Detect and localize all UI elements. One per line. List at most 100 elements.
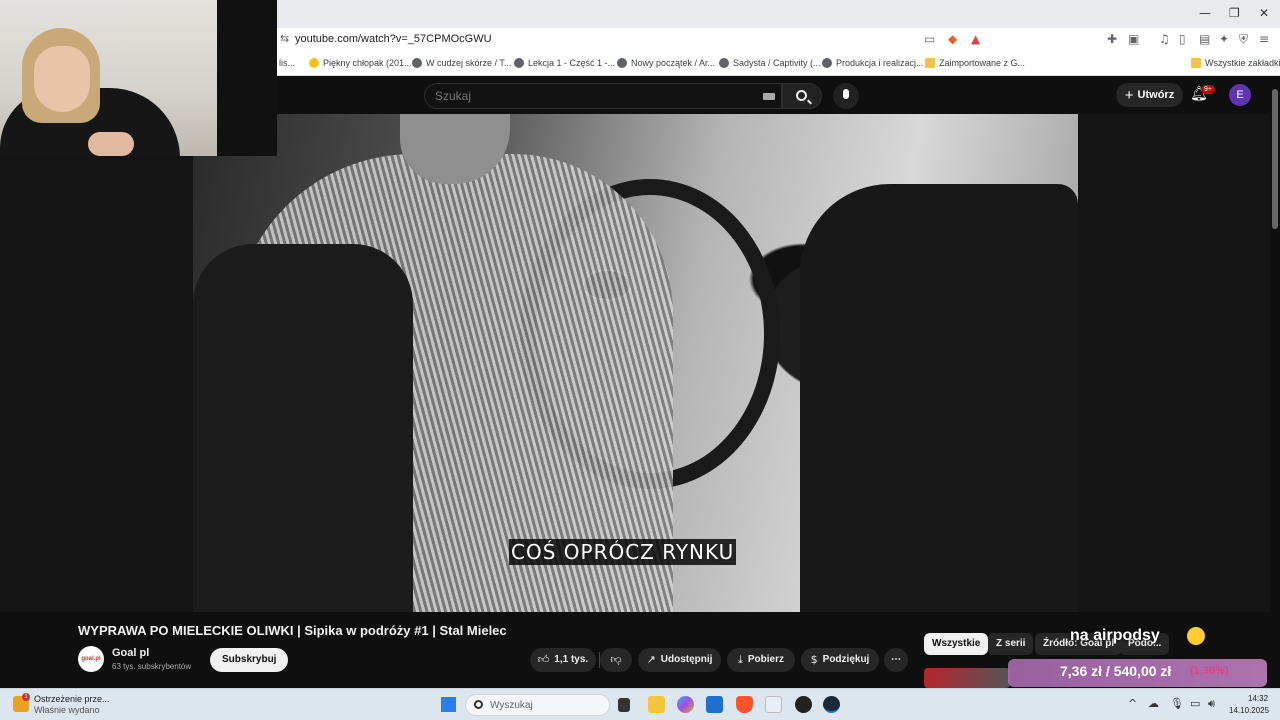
url-field[interactable]: youtube.com/watch?v=_57CPMOcGWU bbox=[295, 33, 492, 45]
passenger-seat bbox=[800, 184, 1078, 612]
more-icon: ⋯ bbox=[891, 654, 901, 665]
search-icon bbox=[796, 90, 807, 101]
menu-icon[interactable]: ≡ bbox=[1259, 32, 1269, 46]
clock-time[interactable]: 14:32 bbox=[1248, 694, 1268, 703]
voice-search-button[interactable] bbox=[833, 83, 859, 109]
bookmark-item[interactable]: Nowy początek / Ar... bbox=[617, 58, 715, 68]
webcam-person-hand bbox=[88, 132, 134, 156]
emoji-icon bbox=[1187, 627, 1205, 645]
notification-badge: 9+ bbox=[1201, 85, 1215, 94]
globe-icon bbox=[412, 58, 422, 68]
cast-icon[interactable]: ▭ bbox=[924, 32, 935, 46]
search-icon bbox=[474, 700, 483, 709]
brave-rewards-icon[interactable]: ▲ bbox=[971, 32, 980, 46]
webcam-chair bbox=[217, 0, 277, 156]
subscribe-button[interactable]: Subskrybuj bbox=[210, 648, 289, 672]
thumbs-down-icon: 👎︎ bbox=[610, 653, 622, 666]
vpn-icon[interactable]: ⛨ bbox=[1239, 32, 1248, 47]
recommended-thumbnail[interactable] bbox=[924, 668, 1010, 688]
video-subtitle: COŚ OPRÓCZ RYNKU bbox=[509, 539, 737, 565]
bookmark-item[interactable]: Zaimportowane z G... bbox=[925, 58, 1025, 68]
leo-ai-icon[interactable]: ✦ bbox=[1219, 32, 1229, 46]
page-scrollbar[interactable] bbox=[1270, 77, 1280, 688]
app-icon[interactable] bbox=[765, 696, 782, 713]
video-info: WYPRAWA PO MIELECKIE OLIWKI | Sipika w p… bbox=[0, 612, 1280, 688]
webcam-person-face bbox=[34, 46, 90, 112]
thanks-icon: $ bbox=[810, 653, 818, 666]
sidebar-icon[interactable]: ▯ bbox=[1179, 32, 1186, 46]
globe-icon bbox=[822, 58, 832, 68]
network-icon[interactable]: ▭ bbox=[1190, 697, 1200, 710]
video-title: WYPRAWA PO MIELECKIE OLIWKI | Sipika w p… bbox=[78, 623, 507, 638]
share-icon: ↗ bbox=[646, 653, 656, 666]
globe-icon bbox=[514, 58, 524, 68]
search-box[interactable] bbox=[424, 83, 782, 109]
driver-seat bbox=[193, 244, 413, 612]
globe-icon bbox=[617, 58, 627, 68]
stream-goal-percent: (1,36%) bbox=[1190, 665, 1229, 677]
share-button[interactable]: ↗ Udostępnij bbox=[638, 648, 721, 672]
account-avatar[interactable]: E bbox=[1229, 84, 1251, 106]
site-info-icon[interactable]: ⇆ bbox=[280, 32, 289, 45]
bookmark-item[interactable]: Piękny chłopak (201... bbox=[309, 58, 412, 68]
bookmark-item[interactable]: Produkcja i realizacj... bbox=[822, 58, 924, 68]
tab-icon[interactable]: ▣ bbox=[1128, 32, 1139, 46]
steam-icon[interactable] bbox=[823, 696, 840, 713]
chip-all[interactable]: Wszystkie bbox=[924, 633, 989, 655]
media-icon[interactable]: ♫ bbox=[1159, 32, 1170, 46]
brave-icon[interactable] bbox=[736, 696, 753, 713]
file-explorer-icon[interactable] bbox=[648, 696, 665, 713]
bookmark-item[interactable]: Sadysta / Captivity (... bbox=[719, 58, 821, 68]
copilot-icon[interactable] bbox=[677, 696, 694, 713]
plus-icon: + bbox=[1124, 86, 1134, 104]
search-input[interactable] bbox=[435, 89, 735, 103]
volume-icon[interactable]: 🔊︎ bbox=[1208, 697, 1215, 711]
restore-icon[interactable]: ❐ bbox=[1229, 6, 1240, 20]
webcam-overlay bbox=[0, 0, 277, 156]
bookmark-item[interactable]: Lekcja 1 - Część 1 -... bbox=[514, 58, 615, 68]
thanks-button[interactable]: $ Podziękuj bbox=[801, 648, 879, 672]
windows-start-icon[interactable] bbox=[441, 697, 456, 712]
stream-goal-text: na airpodsy bbox=[1070, 627, 1160, 644]
keyboard-icon[interactable] bbox=[763, 93, 775, 100]
search-button[interactable] bbox=[782, 83, 822, 109]
clock-date[interactable]: 14.10.2025 bbox=[1229, 706, 1269, 715]
video-player[interactable]: COŚ OPRÓCZ RYNKU bbox=[0, 114, 1280, 612]
globe-icon bbox=[719, 58, 729, 68]
stream-goal-amount: 7,36 zł / 540,00 zł bbox=[1060, 663, 1172, 679]
bookmark-item[interactable]: W cudzej skórze / T... bbox=[412, 58, 511, 68]
folder-icon bbox=[1191, 58, 1201, 68]
dislike-button[interactable]: 👎︎ bbox=[600, 648, 632, 672]
obs-icon[interactable] bbox=[795, 696, 812, 713]
video-letterbox-left bbox=[0, 114, 193, 612]
wallet-icon[interactable]: ▤ bbox=[1199, 32, 1210, 46]
close-icon[interactable]: ✕ bbox=[1259, 6, 1269, 20]
all-bookmarks[interactable]: Wszystkie zakładki bbox=[1191, 58, 1280, 68]
scrollbar-thumb[interactable] bbox=[1272, 89, 1278, 229]
channel-avatar[interactable]: goal.pl bbox=[78, 646, 104, 672]
chevron-up-icon[interactable]: ^ bbox=[1128, 697, 1137, 710]
create-button[interactable]: + Utwórz bbox=[1116, 83, 1183, 107]
like-button[interactable]: 👍︎ 1,1 tys. bbox=[530, 648, 596, 672]
brave-shield-icon[interactable]: ◆ bbox=[948, 32, 957, 46]
onedrive-icon[interactable]: ☁ bbox=[1148, 697, 1159, 710]
emoji-icon bbox=[309, 58, 319, 68]
chip-series[interactable]: Z serii bbox=[988, 633, 1034, 655]
store-icon[interactable] bbox=[706, 696, 723, 713]
minimize-icon[interactable]: — bbox=[1199, 6, 1211, 20]
channel-name[interactable]: Goal pl bbox=[112, 647, 149, 659]
thumbs-up-icon: 👍︎ bbox=[537, 653, 550, 666]
notification-count-badge: 1 bbox=[22, 693, 30, 701]
task-view-icon[interactable] bbox=[618, 698, 630, 712]
download-button[interactable]: ⤓ Pobierz bbox=[727, 648, 795, 672]
download-icon: ⤓ bbox=[738, 653, 743, 666]
taskbar-search-placeholder: Wyszukaj bbox=[490, 700, 533, 711]
taskbar: 1 Ostrzeżenie prze... Właśnie wydano Wys… bbox=[0, 688, 1280, 720]
notification-subtitle: Właśnie wydano bbox=[34, 705, 100, 715]
extensions-icon[interactable]: ✚ bbox=[1107, 32, 1117, 46]
more-actions-button[interactable]: ⋯ bbox=[884, 648, 908, 672]
microphone-icon[interactable]: 🎙︎ bbox=[1170, 697, 1184, 710]
taskbar-search[interactable]: Wyszukaj bbox=[465, 694, 610, 716]
folder-icon bbox=[925, 58, 935, 68]
bookmark-item[interactable]: lis... bbox=[279, 58, 295, 68]
